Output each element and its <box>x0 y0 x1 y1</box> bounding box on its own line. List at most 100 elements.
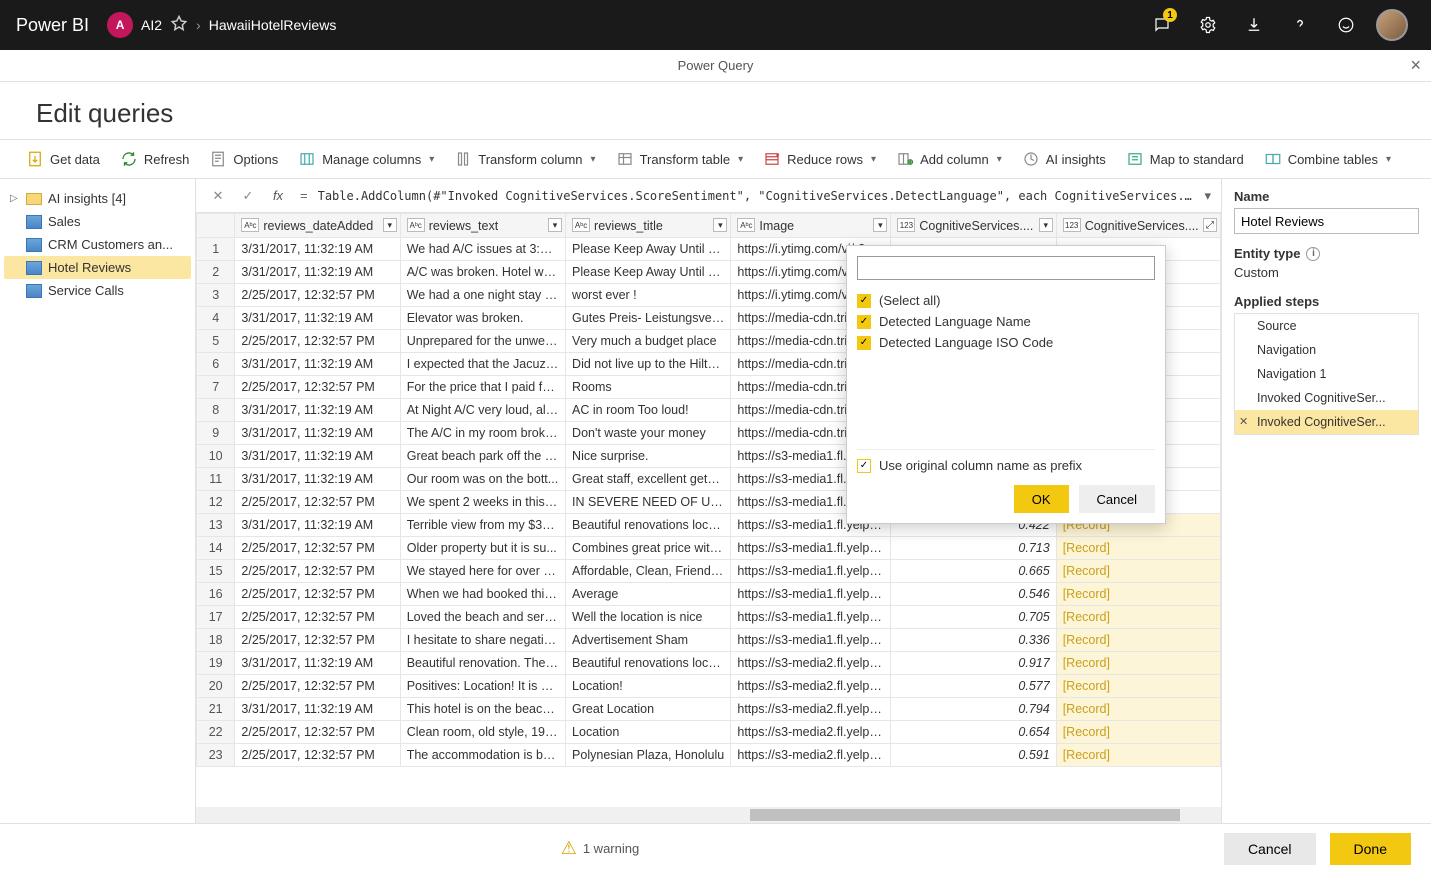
cell[interactable]: [Record] <box>1056 743 1220 766</box>
column-header[interactable]: AᵇcImage▾ <box>731 214 891 238</box>
applied-step[interactable]: ✕Invoked CognitiveSer... <box>1235 410 1418 434</box>
cell[interactable]: Older property but it is su... <box>400 536 565 559</box>
cell[interactable]: 2/25/2017, 12:32:57 PM <box>235 490 400 513</box>
breadcrumb-dataset[interactable]: HawaiiHotelReviews <box>209 17 337 33</box>
notifications-button[interactable]: 1 <box>1139 0 1185 50</box>
cell[interactable]: Gutes Preis- Leistungsverh... <box>566 306 731 329</box>
cell[interactable]: We had a one night stay at... <box>400 283 565 306</box>
cell[interactable]: [Record] <box>1056 720 1220 743</box>
expand-formula-icon[interactable]: ▾ <box>1204 188 1211 204</box>
cell[interactable]: 2/25/2017, 12:32:57 PM <box>235 559 400 582</box>
cell[interactable]: 2/25/2017, 12:32:57 PM <box>235 628 400 651</box>
column-header[interactable]: Aᵇcreviews_title▾ <box>566 214 731 238</box>
cell[interactable]: We had A/C issues at 3:30 ... <box>400 237 565 260</box>
transform-column-button[interactable]: Transform column▾ <box>446 146 603 172</box>
cell[interactable]: Location! <box>566 674 731 697</box>
horizontal-scrollbar[interactable] <box>196 807 1221 823</box>
cell[interactable]: Advertisement Sham <box>566 628 731 651</box>
cell[interactable]: https://s3-media2.fl.yelpcd... <box>731 697 891 720</box>
settings-button[interactable] <box>1185 0 1231 50</box>
refresh-button[interactable]: Refresh <box>112 146 198 172</box>
option-detected-language-iso[interactable]: ✓Detected Language ISO Code <box>857 332 1155 353</box>
cell[interactable]: Terrible view from my $300... <box>400 513 565 536</box>
options-button[interactable]: Options <box>201 146 286 172</box>
cancel-button[interactable]: Cancel <box>1079 485 1155 513</box>
cell[interactable]: Great staff, excellent getaw... <box>566 467 731 490</box>
applied-step[interactable]: Navigation 1 <box>1235 362 1418 386</box>
cell[interactable]: Affordable, Clean, Friendly ... <box>566 559 731 582</box>
get-data-button[interactable]: Get data <box>18 146 108 172</box>
info-icon[interactable]: i <box>1306 247 1320 261</box>
column-filter-icon[interactable]: ▾ <box>548 218 562 232</box>
cell[interactable]: Did not live up to the Hilto... <box>566 352 731 375</box>
table-row[interactable]: 202/25/2017, 12:32:57 PMPositives: Locat… <box>197 674 1221 697</box>
combine-tables-button[interactable]: Combine tables▾ <box>1256 146 1399 172</box>
commit-formula-icon[interactable]: ✓ <box>236 185 260 207</box>
cell[interactable]: For the price that I paid for... <box>400 375 565 398</box>
cell[interactable]: We stayed here for over a ... <box>400 559 565 582</box>
expand-search-input[interactable] <box>857 256 1155 280</box>
help-button[interactable] <box>1277 0 1323 50</box>
query-item[interactable]: Service Calls <box>4 279 191 302</box>
cell[interactable]: 0.591 <box>891 743 1056 766</box>
cell[interactable]: 3/31/2017, 11:32:19 AM <box>235 352 400 375</box>
cell[interactable]: 2/25/2017, 12:32:57 PM <box>235 605 400 628</box>
column-filter-icon[interactable]: ▾ <box>713 218 727 232</box>
cell[interactable]: 2/25/2017, 12:32:57 PM <box>235 536 400 559</box>
cell[interactable]: https://s3-media1.fl.yelpcd... <box>731 536 891 559</box>
cell[interactable]: 0.654 <box>891 720 1056 743</box>
cell[interactable]: 3/31/2017, 11:32:19 AM <box>235 444 400 467</box>
table-row[interactable]: 152/25/2017, 12:32:57 PMWe stayed here f… <box>197 559 1221 582</box>
feedback-button[interactable] <box>1323 0 1369 50</box>
cell[interactable]: Please Keep Away Until Co... <box>566 260 731 283</box>
query-name-input[interactable] <box>1234 208 1419 234</box>
cell[interactable]: Polynesian Plaza, Honolulu <box>566 743 731 766</box>
cell[interactable]: 3/31/2017, 11:32:19 AM <box>235 398 400 421</box>
download-button[interactable] <box>1231 0 1277 50</box>
cell[interactable]: 0.705 <box>891 605 1056 628</box>
cell[interactable]: Unprepared for the unwelc... <box>400 329 565 352</box>
cell[interactable]: Great beach park off the la... <box>400 444 565 467</box>
cell[interactable]: [Record] <box>1056 536 1220 559</box>
add-column-button[interactable]: Add column▾ <box>888 146 1010 172</box>
cell[interactable]: Our room was on the bott... <box>400 467 565 490</box>
reduce-rows-button[interactable]: Reduce rows▾ <box>755 146 884 172</box>
cell[interactable]: Please Keep Away Until Co... <box>566 237 731 260</box>
cell[interactable]: 3/31/2017, 11:32:19 AM <box>235 306 400 329</box>
cell[interactable]: AC in room Too loud! <box>566 398 731 421</box>
cell[interactable]: 2/25/2017, 12:32:57 PM <box>235 582 400 605</box>
cell[interactable]: Nice surprise. <box>566 444 731 467</box>
column-filter-icon[interactable]: ▾ <box>873 218 887 232</box>
footer-done-button[interactable]: Done <box>1330 833 1411 865</box>
column-header[interactable]: Aᵇcreviews_dateAdded▾ <box>235 214 400 238</box>
cell[interactable]: 2/25/2017, 12:32:57 PM <box>235 743 400 766</box>
column-header[interactable]: Aᵇcreviews_text▾ <box>400 214 565 238</box>
cell[interactable]: https://s3-media2.fl.yelpcd... <box>731 720 891 743</box>
cell[interactable]: When we had booked this ... <box>400 582 565 605</box>
cell[interactable]: Beautiful renovations locat... <box>566 651 731 674</box>
column-filter-icon[interactable]: ▾ <box>383 218 397 232</box>
cell[interactable]: This hotel is on the beach ... <box>400 697 565 720</box>
cell[interactable]: worst ever ! <box>566 283 731 306</box>
table-row[interactable]: 213/31/2017, 11:32:19 AMThis hotel is on… <box>197 697 1221 720</box>
cell[interactable]: Don't waste your money <box>566 421 731 444</box>
applied-step[interactable]: Source <box>1235 314 1418 338</box>
cell[interactable]: 0.794 <box>891 697 1056 720</box>
cell[interactable]: The accommodation is bas... <box>400 743 565 766</box>
cell[interactable]: https://s3-media1.fl.yelpcd... <box>731 582 891 605</box>
workspace-avatar[interactable]: A <box>107 12 133 38</box>
column-header[interactable]: 123CognitiveServices....▾ <box>891 214 1056 238</box>
select-all-option[interactable]: ✓(Select all) <box>857 290 1155 311</box>
cell[interactable]: A/C was broken. Hotel was... <box>400 260 565 283</box>
cell[interactable]: 3/31/2017, 11:32:19 AM <box>235 237 400 260</box>
cell[interactable]: https://s3-media1.fl.yelpcd... <box>731 628 891 651</box>
user-menu[interactable] <box>1369 0 1415 50</box>
transform-table-button[interactable]: Transform table▾ <box>608 146 752 172</box>
fx-icon[interactable]: fx <box>266 185 290 207</box>
column-header[interactable]: 123CognitiveServices....⤢ <box>1056 214 1220 238</box>
ai-insights-button[interactable]: AI insights <box>1014 146 1114 172</box>
table-row[interactable]: 222/25/2017, 12:32:57 PMClean room, old … <box>197 720 1221 743</box>
cell[interactable]: The A/C in my room broke... <box>400 421 565 444</box>
close-icon[interactable]: × <box>1410 55 1421 76</box>
cell[interactable]: [Record] <box>1056 651 1220 674</box>
